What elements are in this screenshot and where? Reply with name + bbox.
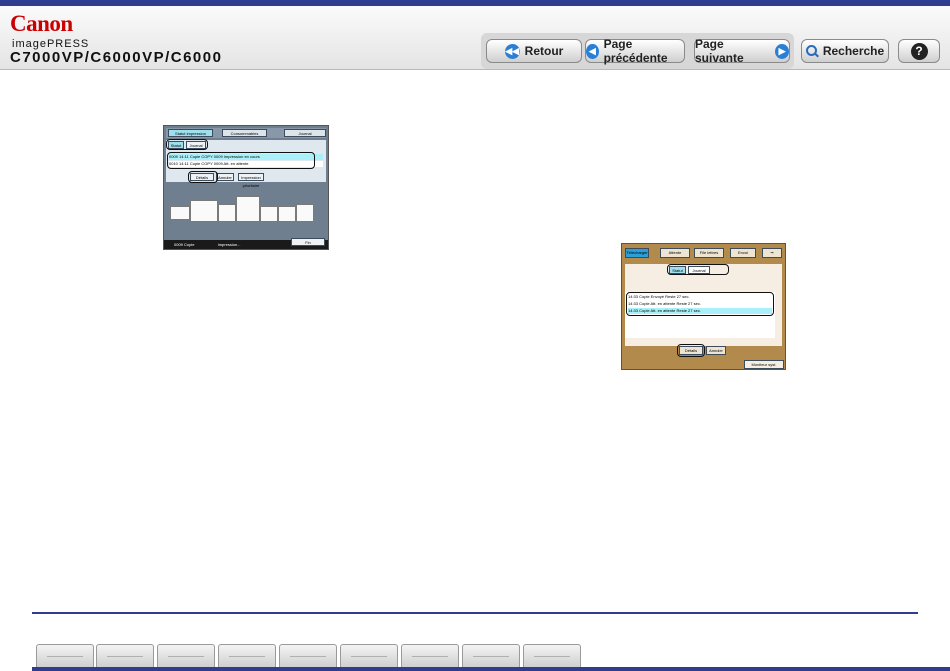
bottom-accent-bar	[32, 667, 950, 671]
footer-divider	[32, 612, 918, 614]
status-text: 0009 Copie	[174, 242, 195, 247]
callout-ring-filters	[166, 139, 208, 150]
navigation-group: ◀◀ Retour ◀ Page précédente Page suivant…	[481, 33, 794, 69]
status-tabs: Statut impression Consommables Journal	[166, 128, 326, 138]
job-list: 14:33 Copie Envoyé Reste 27 sec. 14:33 C…	[625, 292, 775, 338]
model-name: C7000VP/C6000VP/C6000	[10, 49, 223, 66]
system-monitor-button: Moniteur syst.	[744, 360, 784, 369]
close-button: Fin	[291, 238, 325, 246]
help-button[interactable]: ?	[898, 39, 940, 63]
footer-tab-5[interactable]	[279, 644, 337, 667]
job-panel: Statut Journal 0009 14:11 Copie COPY 000…	[166, 139, 326, 188]
tab-consumables: Consommables	[222, 129, 267, 137]
screenshot-print-status: Statut impression Consommables Journal S…	[163, 125, 329, 250]
back-label: Retour	[524, 44, 564, 58]
machine-illustration	[170, 196, 320, 224]
callout-ring-rows	[626, 292, 774, 316]
footer-tab-3[interactable]	[157, 644, 215, 667]
brand-logo: Canon	[10, 11, 73, 36]
footer-tab-8[interactable]	[462, 644, 520, 667]
previous-page-label: Page précédente	[603, 37, 668, 65]
tab-send: Envoi	[730, 248, 756, 258]
callout-ring-details	[677, 344, 705, 357]
callout-ring-rows	[167, 152, 315, 169]
previous-page-button[interactable]: ◀ Page précédente	[585, 37, 685, 65]
arrow-right-icon: ➞	[762, 248, 782, 258]
cancel-button: Annuler	[706, 346, 726, 355]
status-right-text: Impression...	[217, 242, 241, 247]
footer-tab-6[interactable]	[340, 644, 398, 667]
tab-download: Télécharger	[625, 248, 649, 258]
callout-ring-filters	[667, 264, 729, 275]
search-icon	[805, 45, 818, 57]
footer-tab-4[interactable]	[218, 644, 276, 667]
left-arrow-icon: ◀	[586, 43, 599, 59]
tab-letters: File lettres	[694, 248, 724, 258]
help-icon: ?	[910, 42, 928, 60]
back-button[interactable]: ◀◀ Retour	[486, 39, 582, 63]
next-page-label: Page suivante	[695, 37, 744, 65]
footer-tab-9[interactable]	[523, 644, 581, 667]
footer-tab-2[interactable]	[96, 644, 154, 667]
header: Canon imagePRESS C7000VP/C6000VP/C6000 ◀…	[0, 6, 950, 70]
search-button[interactable]: Recherche	[801, 39, 889, 63]
next-page-button[interactable]: Page suivante ▶	[694, 37, 790, 65]
double-left-arrow-icon: ◀◀	[504, 43, 520, 59]
tab-log: Journal	[284, 129, 326, 137]
footer-tab-1[interactable]	[36, 644, 94, 667]
tab-print-status: Statut impression	[168, 129, 213, 137]
tab-waiting: Attente	[660, 248, 690, 258]
priority-button: Impression prioritaire	[238, 173, 264, 188]
right-arrow-icon: ▶	[775, 43, 789, 59]
search-label: Recherche	[822, 44, 885, 58]
cancel-button: Annuler	[216, 173, 234, 181]
screenshot-job-list: Télécharger Attente File lettres Envoi ➞…	[621, 243, 786, 370]
callout-ring-details	[188, 171, 218, 183]
footer-tab-7[interactable]	[401, 644, 459, 667]
